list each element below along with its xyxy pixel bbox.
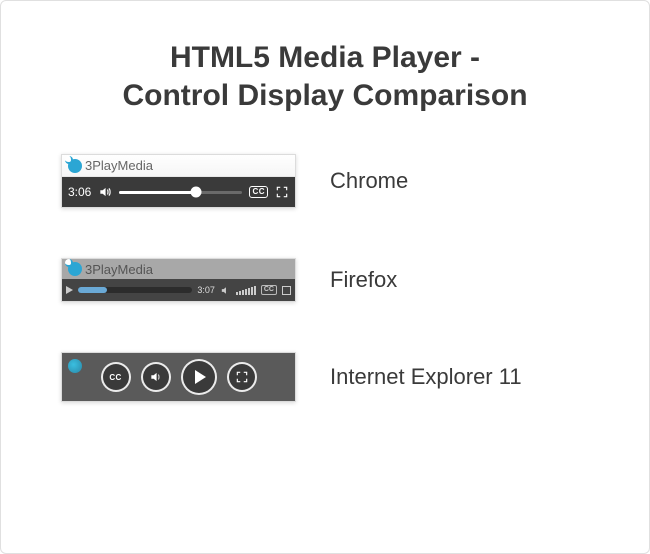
volume-slider[interactable]: [119, 191, 242, 194]
brand-suffix: Media: [118, 262, 153, 277]
volume-thumb[interactable]: [190, 187, 201, 198]
chrome-control-bar: 3:06 CC: [62, 177, 295, 207]
comparison-row-firefox: 3PlayMedia 3:07 CC Firefox: [61, 258, 589, 302]
browser-label: Chrome: [330, 168, 408, 194]
captions-button[interactable]: CC: [249, 186, 268, 198]
firefox-control-bar: 3:07 CC: [62, 279, 295, 301]
volume-button[interactable]: [141, 362, 171, 392]
chrome-player: 3PlayMedia 3:06 CC: [61, 154, 296, 208]
title-line-1: HTML5 Media Player -: [170, 41, 480, 74]
cc-label: CC: [109, 373, 121, 382]
brand-prefix: 3Play: [85, 158, 118, 173]
brand-strip: 3PlayMedia: [62, 155, 295, 177]
page-title: HTML5 Media Player - Control Display Com…: [1, 1, 649, 134]
comparison-list: 3PlayMedia 3:06 CC Chrome 3P: [1, 134, 649, 402]
volume-icon[interactable]: [220, 285, 231, 296]
comparison-row-chrome: 3PlayMedia 3:06 CC Chrome: [61, 154, 589, 208]
play-button[interactable]: [181, 359, 217, 395]
play-icon: [195, 370, 206, 384]
captions-button[interactable]: CC: [261, 285, 277, 295]
firefox-player: 3PlayMedia 3:07 CC: [61, 258, 296, 302]
brand-text: 3PlayMedia: [85, 262, 153, 277]
fullscreen-button[interactable]: [227, 362, 257, 392]
comparison-row-ie: CC Internet Explorer 11: [61, 352, 589, 402]
brand-strip: 3PlayMedia: [62, 259, 295, 279]
captions-button[interactable]: CC: [101, 362, 131, 392]
brand-text: 3PlayMedia: [85, 158, 153, 173]
brand-prefix: 3Play: [85, 262, 118, 277]
brand-logo-icon: [68, 159, 82, 173]
progress-slider[interactable]: [78, 287, 192, 293]
time-display: 3:07: [197, 285, 215, 295]
ie-player: CC: [61, 352, 296, 402]
time-display: 3:06: [68, 185, 91, 199]
fullscreen-icon[interactable]: [282, 286, 291, 295]
fullscreen-icon[interactable]: [275, 185, 289, 199]
brand-logo-icon: [68, 262, 82, 276]
play-icon[interactable]: [66, 286, 73, 294]
title-line-2: Control Display Comparison: [122, 79, 527, 112]
browser-label: Internet Explorer 11: [330, 364, 522, 390]
volume-bars[interactable]: [236, 285, 256, 295]
brand-suffix: Media: [118, 158, 153, 173]
volume-icon[interactable]: [98, 185, 112, 199]
expand-icon: [235, 370, 249, 384]
ie-control-bar: CC: [62, 353, 295, 401]
browser-label: Firefox: [330, 267, 397, 293]
